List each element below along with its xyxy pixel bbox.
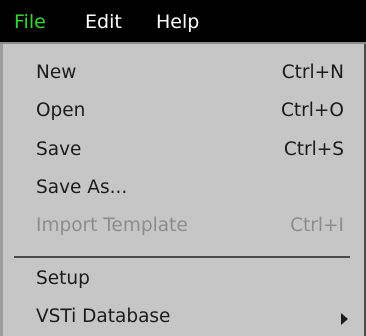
menu-file[interactable]: File xyxy=(14,9,46,35)
file-dropdown-menu: New Ctrl+N Open Ctrl+O Save Ctrl+S Save … xyxy=(0,44,366,336)
menu-separator xyxy=(14,256,350,258)
menu-item-import-template: Import Template Ctrl+I xyxy=(0,207,364,245)
menu-item-setup[interactable]: Setup xyxy=(0,260,364,298)
menu-item-label: Setup xyxy=(36,268,90,289)
menu-item-new[interactable]: New Ctrl+N xyxy=(0,54,364,92)
menu-item-label: Save As... xyxy=(36,177,128,198)
menu-item-shortcut: Ctrl+I xyxy=(290,215,344,236)
menu-item-save-as[interactable]: Save As... xyxy=(0,169,364,207)
menu-item-label: New xyxy=(36,62,77,83)
app-window: File Edit Help New Ctrl+N Open Ctrl+O Sa… xyxy=(0,0,366,336)
menu-item-shortcut: Ctrl+S xyxy=(283,139,344,160)
menu-item-save[interactable]: Save Ctrl+S xyxy=(0,131,364,169)
menu-item-vsti-database[interactable]: VSTi Database xyxy=(0,298,364,336)
menu-item-label: Save xyxy=(36,139,82,160)
menu-item-open[interactable]: Open Ctrl+O xyxy=(0,92,364,130)
menu-edit[interactable]: Edit xyxy=(85,9,122,35)
menu-item-label: VSTi Database xyxy=(36,306,171,327)
menu-item-shortcut: Ctrl+O xyxy=(281,100,344,121)
menu-bar: File Edit Help xyxy=(0,0,366,44)
menu-item-label: Import Template xyxy=(36,215,188,236)
menu-item-label: Open xyxy=(36,100,86,121)
submenu-arrow-icon xyxy=(341,313,348,325)
menu-help[interactable]: Help xyxy=(156,9,199,35)
menu-item-shortcut: Ctrl+N xyxy=(281,62,344,83)
